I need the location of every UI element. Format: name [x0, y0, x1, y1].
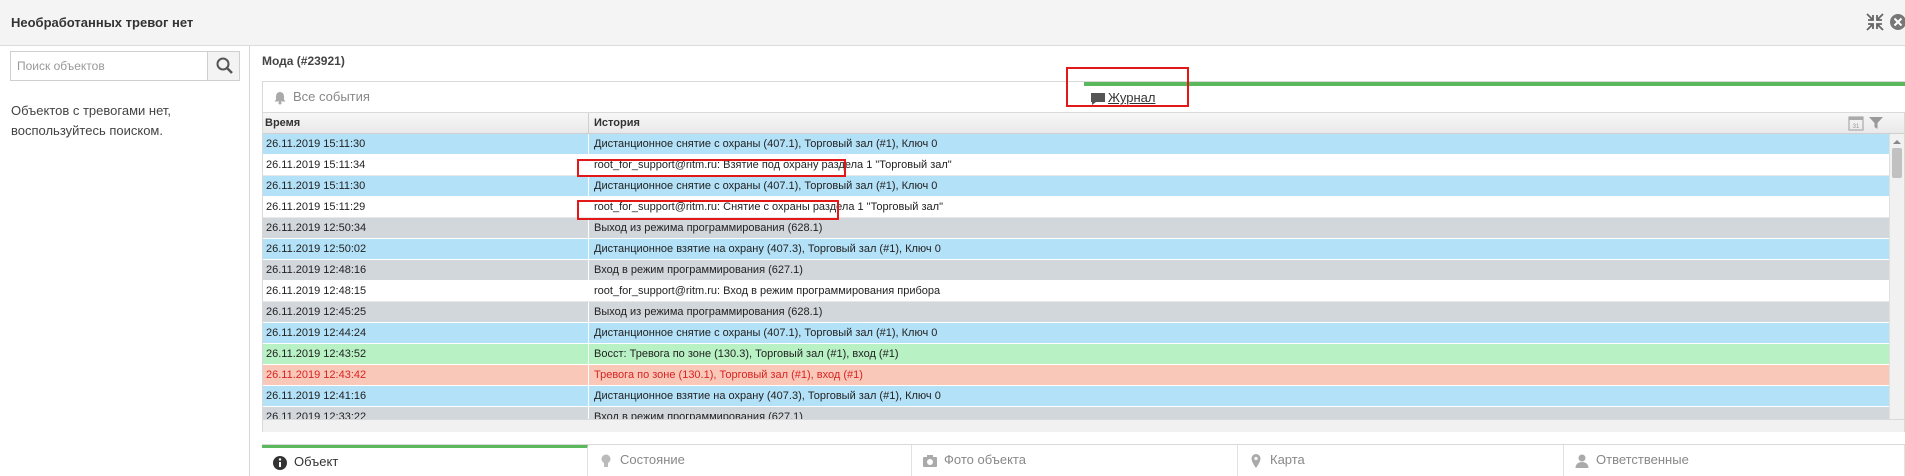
row-history-cell: Выход из режима программирования (628.1) — [594, 222, 823, 234]
main-panel: Мода (#23921) Все события Журнал Время И… — [262, 46, 1905, 476]
table-row[interactable]: 26.11.2019 12:41:16 Дистанционное взятие … — [263, 386, 1889, 407]
bell-icon — [274, 91, 286, 105]
table-row[interactable]: 26.11.2019 12:44:24 Дистанционное снятие … — [263, 323, 1889, 344]
info-icon — [262, 454, 294, 470]
table-row[interactable]: 26.11.2019 12:33:22 Вход в режим программ… — [263, 407, 1889, 420]
row-time-cell: 26.11.2019 15:11:30 — [263, 176, 589, 196]
row-time-cell: 26.11.2019 12:44:24 — [263, 323, 589, 343]
bottom-tab-label: Ответственные — [1596, 452, 1689, 467]
camera-icon — [912, 452, 944, 467]
table-row[interactable]: 26.11.2019 12:43:52 Восст: Тревога по зон… — [263, 344, 1889, 365]
row-history-cell: Дистанционное снятие с охраны (407.1), Т… — [594, 327, 938, 339]
column-header-history[interactable]: История — [589, 113, 1789, 133]
table-row[interactable]: 26.11.2019 15:11:34 root_for_support@ritm… — [263, 155, 1889, 176]
bottom-tab-0[interactable]: Объект — [262, 445, 588, 476]
event-tabbar: Все события Журнал — [262, 81, 1905, 113]
row-time-cell: 26.11.2019 15:11:30 — [263, 134, 589, 154]
bottom-tab-label: Состояние — [620, 452, 685, 467]
bottom-tabbar: Объект Состояние Фото объекта Карта Ответств… — [262, 444, 1905, 476]
search-icon[interactable] — [207, 52, 239, 80]
row-history-cell: Восст: Тревога по зоне (130.3), Торговый… — [594, 348, 899, 360]
tab-all-events-label: Все события — [293, 89, 370, 104]
close-icon[interactable] — [1889, 13, 1905, 33]
row-history-cell: Дистанционное взятие на охрану (407.3), … — [594, 243, 941, 255]
bottom-tab-label: Карта — [1270, 452, 1305, 467]
window-title: Необработанных тревог нет — [11, 15, 194, 30]
table-row[interactable]: 26.11.2019 15:11:29 root_for_support@ritm… — [263, 197, 1889, 218]
comment-icon — [1091, 93, 1105, 105]
table-row[interactable]: 26.11.2019 15:11:30 Дистанционное снятие … — [263, 176, 1889, 197]
table-row[interactable]: 26.11.2019 12:50:02 Дистанционное взятие … — [263, 239, 1889, 260]
row-history-cell: Тревога по зоне (130.1), Торговый зал (#… — [594, 369, 863, 381]
row-history-cell: Вход в режим программирования (627.1) — [594, 264, 803, 276]
row-history-cell: Вход в режим программирования (627.1) — [594, 411, 803, 420]
journal-grid: Время История 31 26.11.2019 15:11:30 Дист… — [262, 112, 1905, 420]
row-history-cell: Дистанционное снятие с охраны (407.1), Т… — [594, 138, 938, 150]
row-history-cell: root_for_support@ritm.ru: Вход в режим п… — [594, 285, 941, 297]
horizontal-scrollbar[interactable] — [262, 420, 1905, 432]
table-row[interactable]: 26.11.2019 12:43:42 Тревога по зоне (130.… — [263, 365, 1889, 386]
calendar-icon[interactable]: 31 — [1847, 115, 1865, 131]
filter-icon[interactable] — [1867, 115, 1885, 131]
sidebar: Объектов с тревогами нет, воспользуйтесь… — [0, 46, 250, 476]
grid-body: 26.11.2019 15:11:30 Дистанционное снятие … — [263, 134, 1889, 420]
table-row[interactable]: 26.11.2019 12:48:16 Вход в режим программ… — [263, 260, 1889, 281]
table-row[interactable]: 26.11.2019 15:11:30 Дистанционное снятие … — [263, 134, 1889, 155]
row-time-cell: 26.11.2019 15:11:34 — [263, 155, 589, 175]
bottom-tab-4[interactable]: Ответственные — [1564, 445, 1905, 476]
row-time-cell: 26.11.2019 12:43:52 — [263, 344, 589, 364]
bottom-tab-1[interactable]: Состояние — [588, 445, 912, 476]
tab-all-events[interactable]: Все события — [273, 82, 370, 112]
grid-header: Время История 31 — [263, 113, 1904, 134]
empty-alarms-message: Объектов с тревогами нет, воспользуйтесь… — [11, 103, 171, 138]
row-time-cell: 26.11.2019 15:11:29 — [263, 197, 589, 217]
row-history-cell: Дистанционное снятие с охраны (407.1), Т… — [594, 180, 938, 192]
row-history-cell: Дистанционное взятие на охрану (407.3), … — [594, 390, 941, 402]
row-time-cell: 26.11.2019 12:48:16 — [263, 260, 589, 280]
row-time-cell: 26.11.2019 12:50:34 — [263, 218, 589, 238]
row-history-cell: root_for_support@ritm.ru: Взятие под охр… — [594, 159, 952, 171]
row-time-cell: 26.11.2019 12:41:16 — [263, 386, 589, 406]
bottom-tab-3[interactable]: Карта — [1238, 445, 1564, 476]
map-pin-icon — [1238, 452, 1270, 468]
scroll-thumb[interactable] — [1892, 148, 1902, 178]
row-history-cell: root_for_support@ritm.ru: Снятие с охран… — [594, 201, 943, 213]
svg-text:31: 31 — [1853, 124, 1860, 130]
collapse-icon[interactable] — [1866, 13, 1886, 33]
table-row[interactable]: 26.11.2019 12:48:15 root_for_support@ritm… — [263, 281, 1889, 302]
window-titlebar: Необработанных тревог нет — [0, 0, 1905, 46]
table-row[interactable]: 26.11.2019 12:50:34 Выход из режима прогр… — [263, 218, 1889, 239]
row-history-cell: Выход из режима программирования (628.1) — [594, 306, 823, 318]
table-row[interactable]: 26.11.2019 12:45:25 Выход из режима прогр… — [263, 302, 1889, 323]
scroll-up-icon[interactable] — [1892, 136, 1902, 146]
bulb-icon — [588, 452, 620, 467]
bottom-tab-label: Объект — [294, 454, 339, 469]
column-header-time[interactable]: Время — [263, 113, 589, 133]
tab-journal[interactable]: Журнал — [1084, 82, 1905, 112]
tab-journal-label: Журнал — [1108, 90, 1156, 105]
row-time-cell: 26.11.2019 12:45:25 — [263, 302, 589, 322]
vertical-scrollbar[interactable] — [1889, 134, 1904, 419]
object-title: Мода (#23921) — [262, 54, 345, 68]
row-time-cell: 26.11.2019 12:33:22 — [263, 407, 589, 419]
search-box — [10, 51, 240, 81]
search-input[interactable] — [11, 52, 207, 80]
user-icon — [1564, 452, 1596, 468]
row-time-cell: 26.11.2019 12:48:15 — [263, 281, 589, 301]
bottom-tab-2[interactable]: Фото объекта — [912, 445, 1238, 476]
bottom-tab-label: Фото объекта — [944, 452, 1026, 467]
row-time-cell: 26.11.2019 12:43:42 — [263, 365, 589, 385]
row-time-cell: 26.11.2019 12:50:02 — [263, 239, 589, 259]
